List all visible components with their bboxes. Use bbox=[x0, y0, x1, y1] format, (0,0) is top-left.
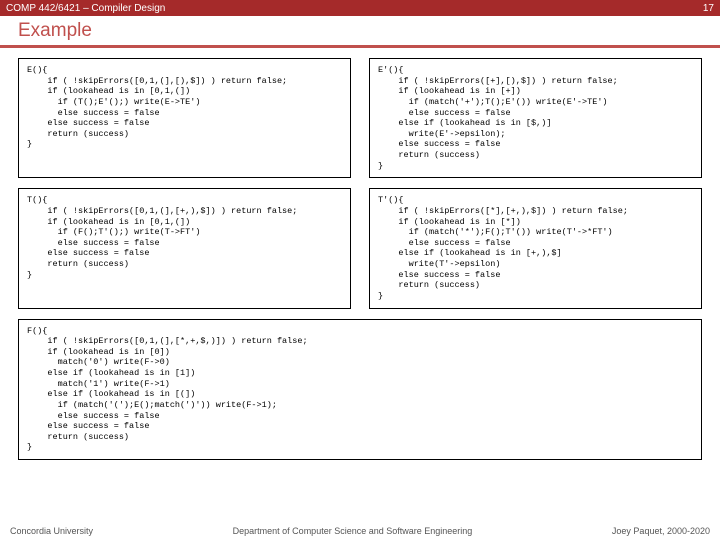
code-block-e: E(){ if ( !skipErrors([0,1,(],[),$]) ) r… bbox=[18, 58, 351, 178]
top-bar: COMP 442/6421 – Compiler Design 17 bbox=[0, 0, 720, 16]
title-bar: Example bbox=[0, 16, 720, 48]
page-number: 17 bbox=[703, 3, 714, 14]
code-block-tprime: T'(){ if ( !skipErrors([*],[+,),$]) ) re… bbox=[369, 188, 702, 308]
course-label: COMP 442/6421 – Compiler Design bbox=[6, 3, 165, 14]
code-row-3: F(){ if ( !skipErrors([0,1,(],[*,+,$,)])… bbox=[18, 319, 702, 461]
code-block-f: F(){ if ( !skipErrors([0,1,(],[*,+,$,)])… bbox=[18, 319, 702, 461]
slide-title: Example bbox=[18, 20, 92, 42]
code-block-eprime: E'(){ if ( !skipErrors([+],[),$]) ) retu… bbox=[369, 58, 702, 178]
code-block-t: T(){ if ( !skipErrors([0,1,(],[+,),$]) )… bbox=[18, 188, 351, 308]
code-row-1: E(){ if ( !skipErrors([0,1,(],[),$]) ) r… bbox=[18, 58, 702, 178]
footer-right: Joey Paquet, 2000-2020 bbox=[612, 526, 710, 536]
footer-left: Concordia University bbox=[10, 526, 93, 536]
code-row-2: T(){ if ( !skipErrors([0,1,(],[+,),$]) )… bbox=[18, 188, 702, 308]
content-area: E(){ if ( !skipErrors([0,1,(],[),$]) ) r… bbox=[0, 48, 720, 460]
footer-center: Department of Computer Science and Softw… bbox=[233, 526, 473, 536]
footer: Concordia University Department of Compu… bbox=[0, 526, 720, 536]
